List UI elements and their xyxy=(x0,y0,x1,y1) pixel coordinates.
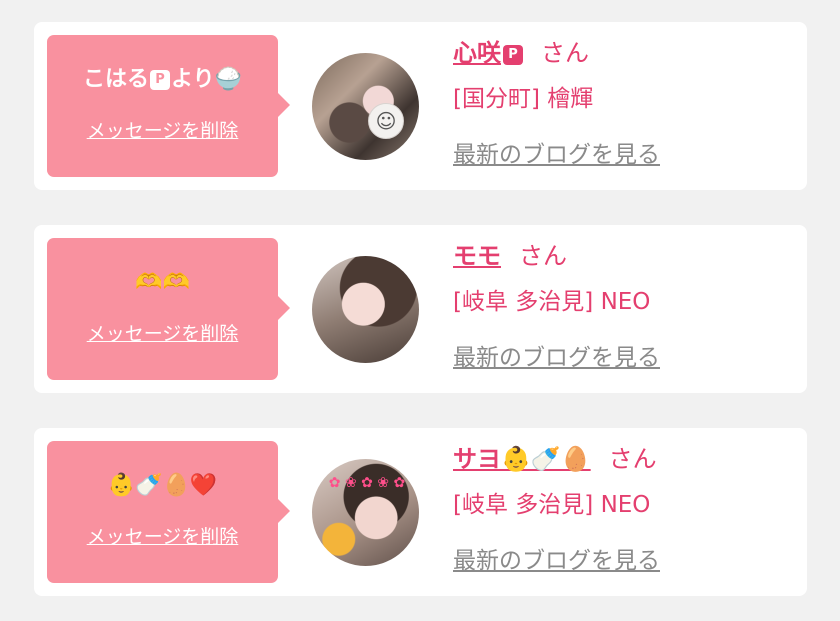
flower-crown-icon: ✿ ❀ ✿ ❀ ✿ xyxy=(328,475,406,491)
shop-label: [国分町] 檜輝 xyxy=(453,86,594,112)
delete-message-link[interactable]: メッセージを削除 xyxy=(87,319,239,346)
honorific: さん xyxy=(541,39,589,67)
message-text: こはる P より🍚 xyxy=(83,66,242,92)
shop-label: [岐阜 多治見] NEO xyxy=(453,289,651,315)
message-text: 👶🍼🥚❤️ xyxy=(107,472,218,498)
shop-label: [岐阜 多治見] NEO xyxy=(453,492,651,518)
message-card: 👶🍼🥚❤️ メッセージを削除 ✿ ❀ ✿ ❀ ✿ サヨ👶🍼🥚 さん [岐阜 多治見… xyxy=(34,428,807,596)
honorific: さん xyxy=(519,242,567,270)
message-card: 🫶🫶 メッセージを削除 モモ さん [岐阜 多治見] NEO 最新のブログを見る xyxy=(34,225,807,393)
profile-name-link[interactable]: 心咲 P xyxy=(453,39,523,67)
message-bubble: こはる P より🍚 メッセージを削除 xyxy=(47,35,290,177)
latest-blog-link[interactable]: 最新のブログを見る xyxy=(453,140,660,170)
message-text: 🫶🫶 xyxy=(135,269,190,295)
latest-blog-link[interactable]: 最新のブログを見る xyxy=(453,546,660,576)
profile-name-link[interactable]: モモ xyxy=(453,242,501,270)
avatar[interactable] xyxy=(312,256,419,363)
message-card: こはる P より🍚 メッセージを削除 ☺ 心咲 P さん [国分町] 檜輝 最新のブログ… xyxy=(34,22,807,190)
avatar[interactable]: ✿ ❀ ✿ ❀ ✿ xyxy=(312,459,419,566)
delete-message-link[interactable]: メッセージを削除 xyxy=(87,522,239,549)
delete-message-link[interactable]: メッセージを削除 xyxy=(87,116,239,143)
profile-name-link[interactable]: サヨ👶🍼🥚 xyxy=(453,445,591,473)
premium-badge-icon: P xyxy=(150,69,171,90)
avatar[interactable]: ☺ xyxy=(312,53,419,160)
honorific: さん xyxy=(608,445,657,473)
face-sticker-icon: ☺ xyxy=(368,103,404,139)
message-bubble: 🫶🫶 メッセージを削除 xyxy=(47,238,290,380)
premium-badge-icon: P xyxy=(503,45,523,65)
latest-blog-link[interactable]: 最新のブログを見る xyxy=(453,343,660,373)
message-bubble: 👶🍼🥚❤️ メッセージを削除 xyxy=(47,441,290,583)
